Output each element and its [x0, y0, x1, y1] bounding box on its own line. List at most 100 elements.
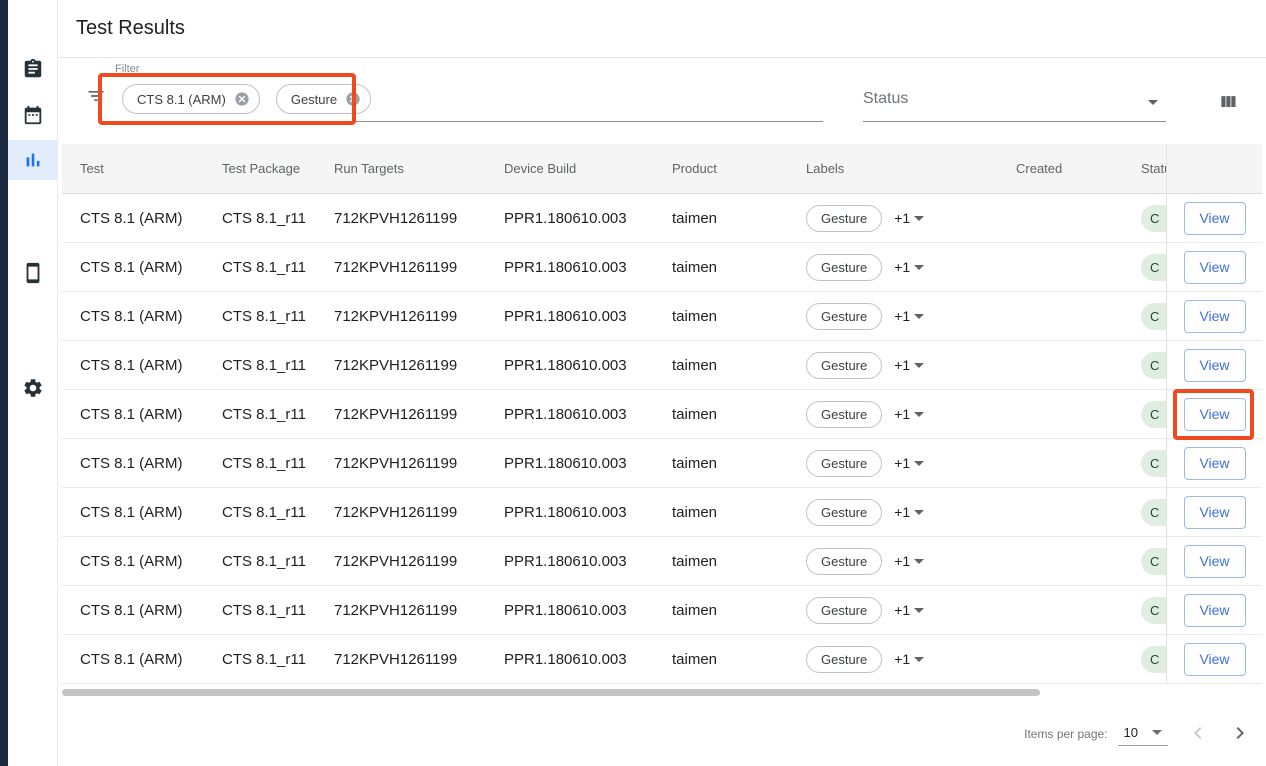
chevron-down-icon	[914, 608, 924, 613]
chevron-right-icon	[1228, 721, 1252, 745]
column-header-labels: Labels	[806, 161, 996, 176]
labels-more-trigger[interactable]: +1	[894, 308, 924, 324]
phone-icon	[22, 262, 44, 284]
status-badge: C	[1141, 450, 1166, 477]
view-button[interactable]: View	[1184, 251, 1246, 284]
chip-remove-icon[interactable]	[234, 91, 250, 107]
cell-test-package: CTS 8.1_r11	[222, 406, 334, 423]
sidebar-item-devices[interactable]	[8, 253, 58, 293]
table-main: Test Test Package Run Targets Device Bui…	[62, 144, 1166, 684]
labels-more-count: +1	[894, 455, 910, 471]
sidebar-item-test-results[interactable]	[8, 140, 58, 180]
column-settings-button[interactable]	[1216, 91, 1240, 115]
cell-test-package: CTS 8.1_r11	[222, 357, 334, 374]
labels-more-trigger[interactable]: +1	[894, 602, 924, 618]
chevron-down-icon	[914, 314, 924, 319]
cell-labels: Gesture +1	[806, 646, 996, 673]
chevron-down-icon	[914, 265, 924, 270]
status-badge: C	[1141, 548, 1166, 575]
cell-test-package: CTS 8.1_r11	[222, 210, 334, 227]
view-button[interactable]: View	[1184, 643, 1246, 676]
view-button[interactable]: View	[1184, 349, 1246, 382]
view-button-cell: View	[1166, 390, 1262, 439]
items-per-page-select[interactable]: 10	[1118, 723, 1168, 746]
labels-more-trigger[interactable]: +1	[894, 210, 924, 226]
label-chip: Gesture	[806, 646, 882, 673]
sidebar-item-schedule[interactable]	[8, 95, 58, 135]
view-button[interactable]: View	[1184, 398, 1246, 431]
cell-test: CTS 8.1 (ARM)	[80, 357, 222, 374]
filter-toolbar: Filter CTS 8.1 (ARM) Gesture Status	[58, 58, 1266, 144]
labels-more-trigger[interactable]: +1	[894, 259, 924, 275]
labels-more-trigger[interactable]: +1	[894, 651, 924, 667]
sidebar-item-settings[interactable]	[8, 368, 58, 408]
cell-test: CTS 8.1 (ARM)	[80, 308, 222, 325]
items-per-page-label: Items per page:	[1024, 727, 1107, 741]
cell-labels: Gesture +1	[806, 401, 996, 428]
cell-test: CTS 8.1 (ARM)	[80, 259, 222, 276]
cell-test: CTS 8.1 (ARM)	[80, 602, 222, 619]
clipboard-icon	[22, 58, 44, 80]
labels-more-count: +1	[894, 210, 910, 226]
cell-run-targets: 712KPVH1261199	[334, 308, 504, 325]
view-button[interactable]: View	[1184, 447, 1246, 480]
filter-underline	[112, 121, 823, 122]
table-row: CTS 8.1 (ARM) CTS 8.1_r11 712KPVH1261199…	[62, 537, 1166, 586]
cell-device-build: PPR1.180610.003	[504, 357, 672, 374]
previous-page-button[interactable]	[1186, 721, 1210, 748]
cell-product: taimen	[672, 210, 806, 227]
view-button-cell: View	[1166, 292, 1262, 341]
table-body: CTS 8.1 (ARM) CTS 8.1_r11 712KPVH1261199…	[62, 194, 1166, 684]
main-content: Test Results Filter CTS 8.1 (ARM) Gestur…	[58, 0, 1266, 766]
labels-more-trigger[interactable]: +1	[894, 553, 924, 569]
cell-status: C	[1141, 401, 1166, 428]
filter-chip: CTS 8.1 (ARM)	[122, 84, 260, 114]
next-page-button[interactable]	[1228, 721, 1252, 748]
view-button[interactable]: View	[1184, 300, 1246, 333]
view-button-cell: View	[1166, 537, 1262, 586]
filter-chip-label: Gesture	[291, 92, 337, 107]
cell-run-targets: 712KPVH1261199	[334, 357, 504, 374]
column-header-product: Product	[672, 161, 806, 176]
table-row: CTS 8.1 (ARM) CTS 8.1_r11 712KPVH1261199…	[62, 194, 1166, 243]
filter-list-icon	[86, 86, 106, 106]
paginator: Items per page: 10	[1024, 712, 1252, 756]
cell-test-package: CTS 8.1_r11	[222, 553, 334, 570]
labels-more-count: +1	[894, 553, 910, 569]
cell-device-build: PPR1.180610.003	[504, 651, 672, 668]
cell-test-package: CTS 8.1_r11	[222, 259, 334, 276]
horizontal-scrollbar-thumb[interactable]	[62, 689, 1040, 696]
view-button[interactable]: View	[1184, 594, 1246, 627]
view-button[interactable]: View	[1184, 496, 1246, 529]
cell-test: CTS 8.1 (ARM)	[80, 210, 222, 227]
labels-more-trigger[interactable]: +1	[894, 455, 924, 471]
column-header-device-build: Device Build	[504, 161, 672, 176]
cell-run-targets: 712KPVH1261199	[334, 602, 504, 619]
status-badge: C	[1141, 205, 1166, 232]
labels-more-trigger[interactable]: +1	[894, 504, 924, 520]
chip-remove-icon[interactable]	[345, 91, 361, 107]
view-button[interactable]: View	[1184, 202, 1246, 235]
cell-device-build: PPR1.180610.003	[504, 259, 672, 276]
status-badge: C	[1141, 597, 1166, 624]
label-chip: Gesture	[806, 303, 882, 330]
sidebar-item-test-plans[interactable]	[8, 49, 58, 89]
filter-chip-label: CTS 8.1 (ARM)	[137, 92, 226, 107]
column-header-test: Test	[80, 161, 222, 176]
cell-device-build: PPR1.180610.003	[504, 210, 672, 227]
label-chip: Gesture	[806, 548, 882, 575]
cell-labels: Gesture +1	[806, 499, 996, 526]
cell-product: taimen	[672, 455, 806, 472]
cell-run-targets: 712KPVH1261199	[334, 259, 504, 276]
status-select[interactable]: Status	[863, 58, 1166, 122]
chevron-down-icon	[1152, 730, 1162, 735]
label-chip: Gesture	[806, 401, 882, 428]
cell-status: C	[1141, 303, 1166, 330]
view-button-cell: View	[1166, 488, 1262, 537]
view-button[interactable]: View	[1184, 545, 1246, 578]
screen: Test Results Filter CTS 8.1 (ARM) Gestur…	[0, 0, 1266, 766]
column-header-created: Created	[996, 161, 1141, 176]
labels-more-trigger[interactable]: +1	[894, 406, 924, 422]
label-chip: Gesture	[806, 499, 882, 526]
labels-more-trigger[interactable]: +1	[894, 357, 924, 373]
